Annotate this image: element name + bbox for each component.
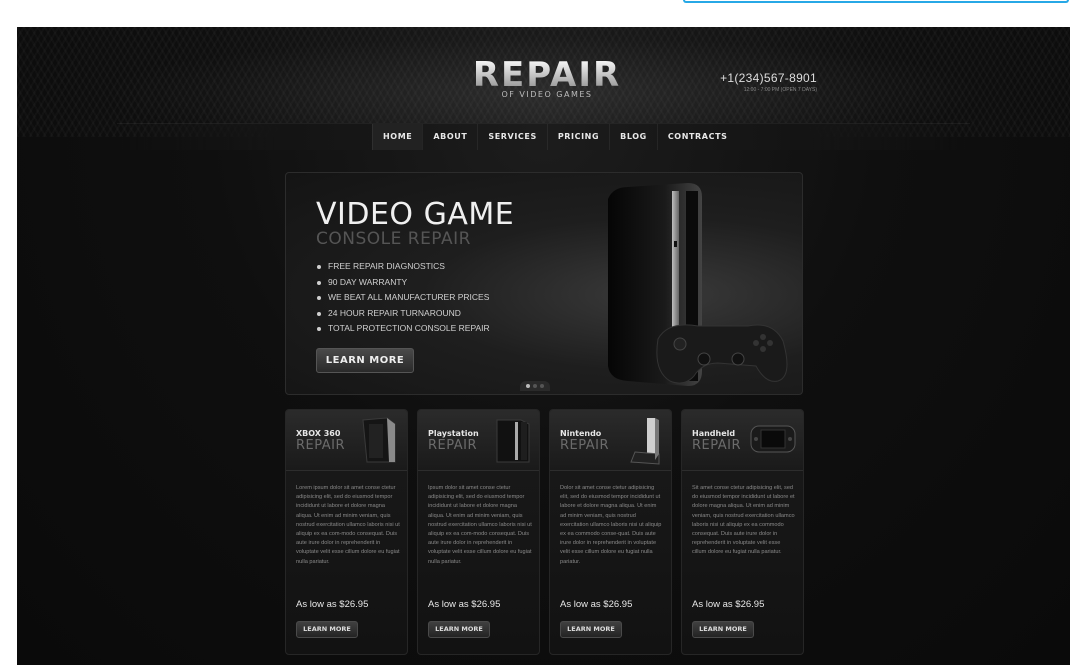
hero-feature-item: 24 HOUR REPAIR TURNAROUND — [316, 306, 490, 322]
card-title: Playstation — [428, 429, 479, 438]
card-subtitle: REPAIR — [560, 438, 610, 453]
hero-feature-list: FREE REPAIR DIAGNOSTICS 90 DAY WARRANTY … — [316, 259, 490, 337]
card-subtitle: REPAIR — [692, 438, 742, 453]
card-subtitle: REPAIR — [428, 438, 478, 453]
hero-feature-item: TOTAL PROTECTION CONSOLE REPAIR — [316, 321, 490, 337]
contact-info: +1(234)567-8901 12:00 - 7:00 PM (OPEN 7 … — [697, 71, 817, 93]
nav-item-about[interactable]: ABOUT — [422, 124, 477, 150]
card-header: Playstation REPAIR — [418, 410, 539, 471]
main-nav: HOME ABOUT SERVICES PRICING BLOG CONTRAC… — [117, 123, 970, 150]
card-description: Dolor sit amet conse ctetur adipisicing … — [560, 485, 662, 565]
card-description: Sit amet conse ctetur adipisicing elit, … — [692, 485, 795, 556]
xbox-console-image — [362, 417, 396, 463]
card-description: Lorem ipsum dolor sit amet conse ctetur … — [296, 485, 400, 565]
hero-feature-item: FREE REPAIR DIAGNOSTICS — [316, 259, 490, 275]
nav-item-blog[interactable]: BLOG — [609, 124, 657, 150]
card-title: Nintendo — [560, 429, 602, 438]
nintendo-console-image — [630, 418, 660, 465]
site-logo[interactable]: REPAIR OF VIDEO GAMES — [472, 58, 622, 99]
hero-slider: VIDEO GAME CONSOLE REPAIR FREE REPAIR DI… — [285, 172, 803, 395]
nav-item-pricing[interactable]: PRICING — [546, 124, 609, 150]
hero-feature-item: 90 DAY WARRANTY — [316, 275, 490, 291]
card-learn-more-button[interactable]: LEARN MORE — [560, 621, 622, 638]
card-header: Nintendo REPAIR — [550, 410, 671, 471]
playstation-console-image — [496, 419, 530, 463]
hero-learn-more-button[interactable]: LEARN MORE — [316, 348, 414, 373]
card-price: As low as $26.95 — [560, 599, 633, 610]
card-learn-more-button[interactable]: LEARN MORE — [428, 621, 490, 638]
card-subtitle: REPAIR — [296, 438, 346, 453]
opening-hours: 12:00 - 7:00 PM (OPEN 7 DAYS) — [743, 87, 817, 93]
service-card-handheld: Handheld REPAIR Sit amet conse ctetur ad… — [681, 409, 804, 655]
nav-item-home[interactable]: HOME — [372, 124, 423, 150]
hero-subtitle: CONSOLE REPAIR — [316, 229, 471, 249]
card-description: Ipsum dolor sit amet conse ctetur adipis… — [428, 485, 532, 565]
card-header: XBOX 360 REPAIR — [286, 410, 407, 471]
card-price: As low as $26.95 — [692, 599, 765, 610]
top-input-field[interactable] — [683, 0, 1069, 3]
card-header: Handheld REPAIR — [682, 410, 803, 471]
logo-main-text: REPAIR — [472, 55, 622, 95]
slider-dot[interactable] — [526, 384, 530, 388]
slider-dot[interactable] — [533, 384, 537, 388]
card-title: Handheld — [692, 429, 736, 438]
handheld-console-image — [750, 425, 796, 453]
nav-item-contracts[interactable]: CONTRACTS — [656, 124, 738, 150]
page-canvas: REPAIR OF VIDEO GAMES +1(234)567-8901 12… — [17, 27, 1070, 665]
nav-item-services[interactable]: SERVICES — [477, 124, 546, 150]
service-card-playstation: Playstation REPAIR Ipsum dolor sit amet … — [417, 409, 540, 655]
hero-feature-item: WE BEAT ALL MANUFACTURER PRICES — [316, 290, 490, 306]
service-card-nintendo: Nintendo REPAIR Dolor sit amet conse cte… — [549, 409, 672, 655]
card-learn-more-button[interactable]: LEARN MORE — [692, 621, 754, 638]
card-price: As low as $26.95 — [428, 599, 501, 610]
slider-pagination — [520, 381, 550, 391]
hero-title: VIDEO GAME — [316, 197, 515, 232]
service-card-xbox: XBOX 360 REPAIR Lorem ipsum dolor sit am… — [285, 409, 408, 655]
console-image — [608, 183, 788, 386]
card-title: XBOX 360 — [296, 429, 341, 438]
card-price: As low as $26.95 — [296, 599, 369, 610]
slider-dot[interactable] — [540, 384, 544, 388]
card-learn-more-button[interactable]: LEARN MORE — [296, 621, 358, 638]
phone-number: +1(234)567-8901 — [720, 71, 817, 85]
